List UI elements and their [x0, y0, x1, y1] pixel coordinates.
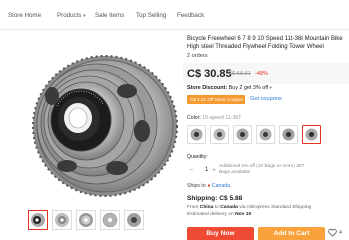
thumbnail-3[interactable] — [76, 210, 96, 230]
cassette-option-icon — [282, 128, 295, 141]
cassette-thumb-icon — [55, 213, 69, 227]
shipping-cost: Shipping: C$ 5.88 — [187, 195, 243, 202]
cassette-option-icon — [236, 128, 249, 141]
nav-feedback[interactable]: Feedback — [177, 12, 204, 19]
color-option-6-selected[interactable] — [302, 125, 321, 144]
shipping-method: via AliExpress Standard Shipping — [239, 205, 312, 210]
nav-top-selling[interactable]: Top Selling — [136, 12, 166, 19]
nav-store-home[interactable]: Store Home — [8, 12, 41, 19]
chevron-down-icon[interactable]: ▾ — [270, 85, 272, 90]
thumbnail-4[interactable] — [100, 210, 120, 230]
cassette-option-icon — [190, 128, 203, 141]
nav-products-label: Products — [57, 12, 82, 19]
heart-icon[interactable] — [328, 228, 337, 237]
ships-to-country[interactable]: Canada — [212, 183, 230, 189]
original-price: C$ 58.31 — [228, 71, 251, 77]
cassette-option-icon — [259, 128, 272, 141]
cassette-thumb-icon — [127, 213, 141, 227]
thumbnail-2[interactable] — [52, 210, 72, 230]
order-count: 2 orders — [187, 53, 208, 59]
nav-products[interactable]: Products ▾ — [57, 12, 86, 19]
color-option-2[interactable] — [210, 125, 229, 144]
color-value: 10-speed 11-36T — [202, 115, 242, 121]
delivery-prefix: Estimated delivery on — [187, 212, 234, 217]
color-option-5[interactable] — [279, 125, 298, 144]
shipping-route: From China to Canada via AliExpress Stan… — [187, 205, 349, 210]
quantity-increase-button[interactable]: + — [212, 167, 216, 174]
quantity-value[interactable]: 1 — [205, 167, 208, 173]
color-option-3[interactable] — [233, 125, 252, 144]
chevron-down-icon: ▾ — [83, 13, 86, 19]
ship-from-country: China — [199, 205, 214, 210]
cassette-thumb-icon — [79, 213, 93, 227]
wishlist-count: 4 — [339, 230, 342, 236]
store-coupon[interactable]: C$ 4.21 Off Store Coupon — [187, 95, 245, 104]
ships-to-label: Ships to — [187, 183, 206, 189]
buy-now-button[interactable]: Buy Now — [187, 227, 254, 240]
ship-to-destination: Canada — [220, 205, 238, 210]
estimated-delivery: Estimated delivery on Nov 10 — [187, 212, 251, 217]
delivery-date: Nov 10 — [235, 212, 252, 217]
nav-sale-items[interactable]: Sale Items — [95, 12, 124, 19]
color-label: Color: — [187, 115, 201, 121]
color-option-1[interactable] — [187, 125, 206, 144]
cassette-thumb-icon — [31, 213, 45, 227]
quantity-note: Additional 2% off (10 Bags or more) 307 … — [219, 164, 305, 175]
current-price: C$ 30.85 — [187, 68, 232, 80]
ship-from-prefix: From — [187, 205, 199, 210]
store-discount-value: Buy 2 get 3% off — [228, 85, 269, 91]
product-title: Bicycle Freewheel 6 7 8 9 10 Speed 11t-3… — [187, 36, 343, 50]
thumbnail-1[interactable] — [28, 210, 48, 230]
color-option-4[interactable] — [256, 125, 275, 144]
cassette-thumb-icon — [102, 212, 118, 228]
get-coupons-link[interactable]: Get coupons — [250, 96, 282, 102]
color-row: Color: 10-speed 11-36T — [187, 115, 241, 121]
ship-from-to: to — [214, 205, 219, 210]
store-discount: Store Discount: Buy 2 get 3% off ▾ — [187, 85, 272, 91]
quantity-label: Quantity: — [187, 154, 208, 160]
store-nav-bar: Store Home Products ▾ Sale Items Top Sel… — [0, 0, 349, 30]
canada-flag-icon: ● — [207, 183, 211, 189]
discount-badge: -48% — [255, 71, 269, 77]
quantity-decrease-button[interactable]: − — [189, 167, 193, 174]
thumbnail-5[interactable] — [124, 210, 144, 230]
cassette-image — [32, 55, 178, 197]
cassette-option-icon — [305, 128, 318, 141]
add-to-cart-button[interactable]: Add to Cart — [258, 227, 325, 240]
ships-to: Ships to ● Canada — [187, 183, 230, 189]
store-discount-label: Store Discount: — [187, 85, 228, 91]
cassette-option-icon — [213, 128, 226, 141]
product-main-image[interactable] — [7, 36, 179, 201]
